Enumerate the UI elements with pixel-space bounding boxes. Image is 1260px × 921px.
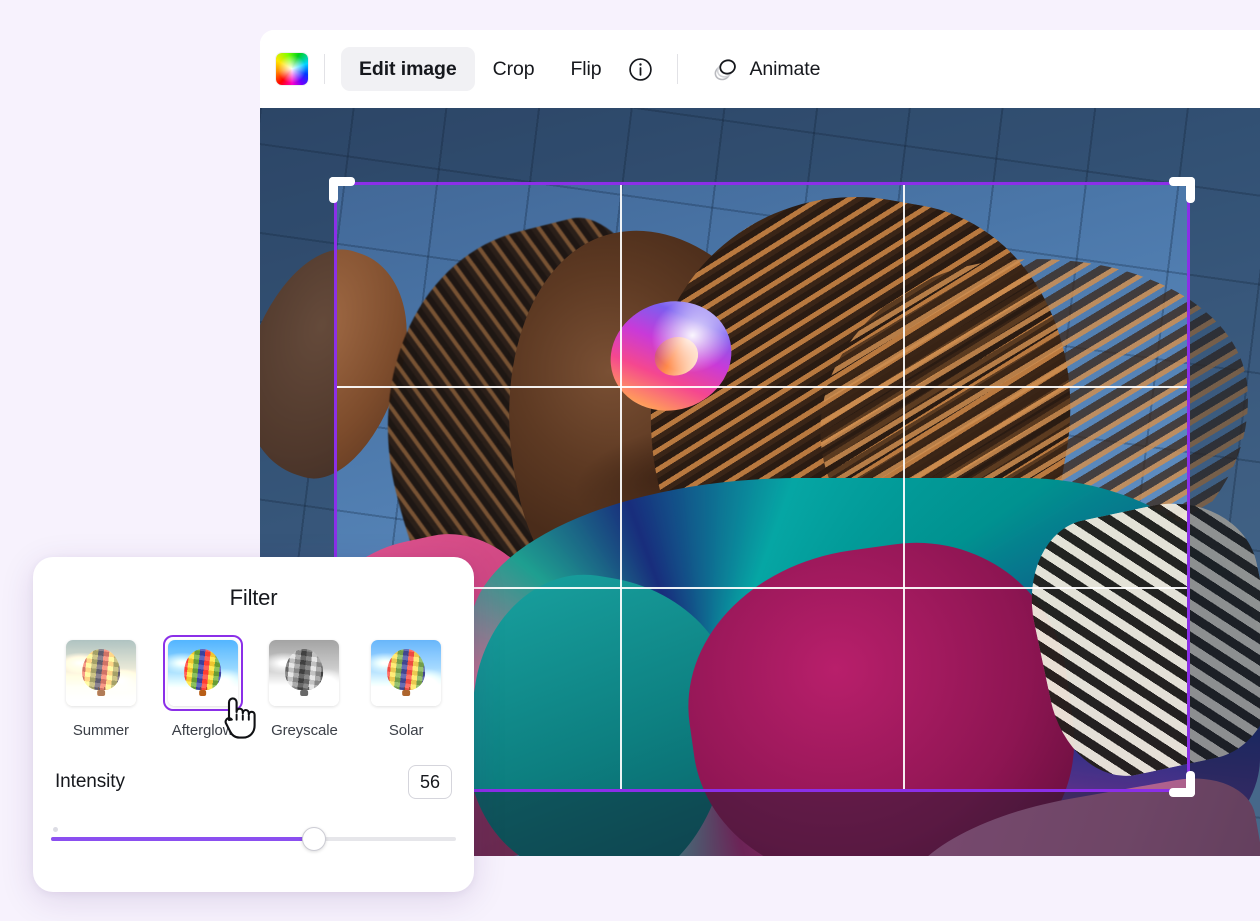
slider-min-dot <box>53 827 58 832</box>
info-button[interactable] <box>620 47 661 91</box>
tab-edit-image[interactable]: Edit image <box>341 47 475 91</box>
animate-icon <box>712 56 740 82</box>
intensity-slider[interactable] <box>51 826 456 852</box>
balloon-thumbnail-icon <box>66 640 136 706</box>
crop-handle-top-right[interactable] <box>1169 177 1195 203</box>
balloon-thumbnail-icon <box>269 640 339 706</box>
info-icon <box>628 57 653 82</box>
crop-handle-top-left[interactable] <box>329 177 355 203</box>
intensity-row: Intensity 56 <box>51 765 456 799</box>
toolbar-divider-2 <box>677 54 678 84</box>
filter-label-summer: Summer <box>73 722 129 739</box>
filter-thumb-wrap-summer <box>61 635 141 711</box>
toolbar-divider <box>324 54 325 84</box>
intensity-value-field[interactable]: 56 <box>408 765 452 799</box>
slider-thumb[interactable] <box>302 827 326 851</box>
balloon-thumbnail-icon <box>371 640 441 706</box>
crop-guide-horizontal-1 <box>337 386 1187 388</box>
filter-option-greyscale[interactable]: Greyscale <box>259 635 351 739</box>
crop-handle-bottom-right[interactable] <box>1169 771 1195 797</box>
filter-label-solar: Solar <box>389 722 424 739</box>
tab-flip[interactable]: Flip <box>552 47 619 91</box>
tab-crop[interactable]: Crop <box>475 47 553 91</box>
mouse-cursor-pointing-hand-icon <box>216 690 260 745</box>
filter-label-greyscale: Greyscale <box>271 722 338 739</box>
crop-dim-right <box>1190 182 1260 792</box>
intensity-label: Intensity <box>55 771 125 793</box>
filter-thumb-wrap-solar <box>366 635 446 711</box>
crop-guide-vertical-1 <box>620 185 622 789</box>
page-root: Edit image Crop Flip <box>0 0 1260 921</box>
tab-edit-image-label: Edit image <box>359 58 457 81</box>
color-wheel-icon[interactable] <box>276 53 308 85</box>
tab-animate-label: Animate <box>750 58 821 81</box>
crop-guide-vertical-2 <box>903 185 905 789</box>
slider-fill <box>51 837 314 841</box>
tab-flip-label: Flip <box>570 58 601 81</box>
filter-thumb-wrap-greyscale <box>264 635 344 711</box>
panel-title: Filter <box>51 585 456 611</box>
filter-option-summer[interactable]: Summer <box>55 635 147 739</box>
crop-dim-top <box>260 108 1260 182</box>
tab-crop-label: Crop <box>493 58 535 81</box>
tab-animate[interactable]: Animate <box>694 47 839 91</box>
filter-option-solar[interactable]: Solar <box>360 635 452 739</box>
editor-toolbar: Edit image Crop Flip <box>260 30 1260 108</box>
